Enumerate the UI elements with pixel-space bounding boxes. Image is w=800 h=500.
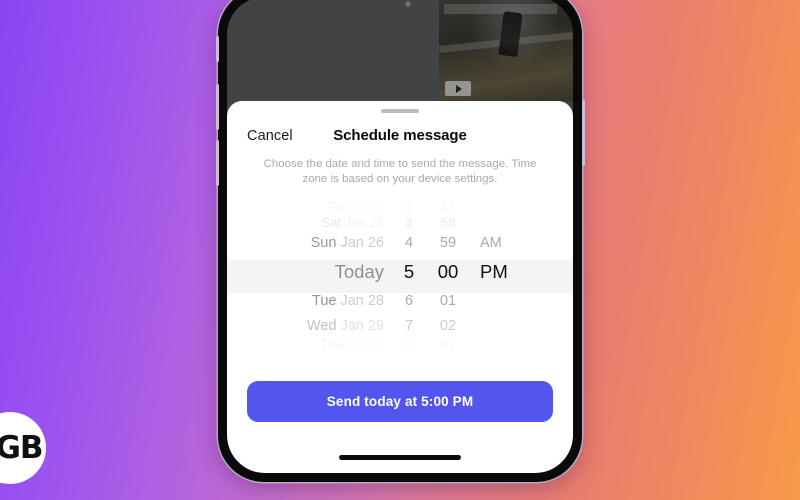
picker-hour-cell: 6 (404, 292, 414, 309)
picker-row[interactable]: Sat Jan 25 3 58 (227, 214, 573, 230)
phone-screen: ✦ Cancel Schedule message Choose the dat… (227, 0, 573, 473)
picker-hour-cell: 7 (404, 317, 414, 334)
picker-row[interactable]: Sun Jan 26 4 59 AM (227, 230, 573, 255)
picker-hour-cell: 3 (405, 214, 413, 230)
picker-day: Wed (306, 317, 337, 334)
picker-month: Jan 25 (344, 214, 384, 230)
picker-day: Thu (320, 338, 343, 353)
schedule-message-sheet: Cancel Schedule message Choose the date … (227, 101, 573, 473)
picker-hour-cell: 5 (403, 260, 415, 282)
picker-date-cell: Tue Jan 28 (268, 293, 392, 309)
home-indicator (339, 455, 461, 460)
picker-day: Sun (310, 234, 337, 251)
picker-month: Jan 29 (340, 317, 384, 334)
picker-hour-cell: 2 (405, 200, 413, 215)
picker-hour-cell: 8 (405, 338, 413, 353)
page-title: Schedule message (333, 127, 467, 144)
picker-date-cell: Sat Jan 25 (268, 215, 392, 230)
sheet-header: Cancel Schedule message (227, 123, 573, 163)
picker-day: Today (334, 260, 384, 282)
phone-volume-down-button[interactable] (215, 140, 219, 186)
phone-bezel: ✦ Cancel Schedule message Choose the dat… (227, 0, 573, 473)
picker-day: Tue (312, 292, 337, 309)
picker-minute-cell: 59 (439, 234, 457, 251)
picker-date-cell: Fri Jan 24 (268, 200, 392, 214)
screenshot-root: GB ✦ Cancel Schedule message Choose the … (0, 0, 800, 500)
picker-row[interactable]: Tue Jan 28 6 01 (227, 288, 573, 313)
picker-ampm-cell: PM (480, 260, 508, 282)
picker-month: Jan 30 (346, 338, 384, 353)
picker-minute-cell: 01 (439, 292, 457, 309)
datetime-picker[interactable]: Fri Jan 24 2 57 Sat Jan 25 3 58 Sun Jan 26 4 59 AM To… (227, 200, 573, 363)
picker-rows[interactable]: Fri Jan 24 2 57 Sat Jan 25 3 58 Sun Jan 26 4 59 AM To… (227, 200, 573, 352)
picker-month: Jan 28 (340, 292, 384, 309)
picker-row[interactable]: Wed Jan 29 7 02 (227, 313, 573, 338)
picker-hour-cell: 4 (404, 234, 414, 251)
picker-minute-cell: 57 (441, 200, 455, 215)
sheet-drag-handle[interactable] (381, 109, 419, 113)
phone-volume-up-button[interactable] (215, 84, 219, 130)
picker-date-cell: Thu Jan 30 (268, 338, 392, 352)
picker-date-cell: Today (268, 261, 392, 283)
picker-day: Sat (321, 214, 341, 230)
phone-power-button[interactable] (581, 100, 585, 166)
send-button-container: Send today at 5:00 PM (247, 381, 553, 422)
picker-minute-cell: 58 (440, 214, 456, 230)
picker-minute-cell: 00 (437, 260, 459, 282)
picker-date-cell: Wed Jan 29 (268, 318, 392, 334)
picker-month: Jan 24 (346, 200, 384, 215)
picker-day: Fri (327, 200, 343, 215)
send-button[interactable]: Send today at 5:00 PM (247, 381, 553, 422)
picker-row[interactable]: Fri Jan 24 2 57 (227, 200, 573, 214)
picker-date-cell: Sun Jan 26 (268, 235, 392, 251)
picker-row[interactable]: Thu Jan 30 8 03 (227, 338, 573, 352)
picker-minute-cell: 02 (439, 317, 457, 334)
phone-mockup: ✦ Cancel Schedule message Choose the dat… (215, 0, 585, 482)
gb-logo-text: GB (0, 430, 44, 466)
picker-row-selected[interactable]: Today 5 00 PM (227, 255, 573, 288)
phone-mute-switch[interactable] (215, 36, 219, 62)
picker-ampm-cell: AM (480, 234, 502, 251)
picker-minute-cell: 03 (441, 338, 455, 353)
picker-month: Jan 26 (340, 234, 384, 251)
